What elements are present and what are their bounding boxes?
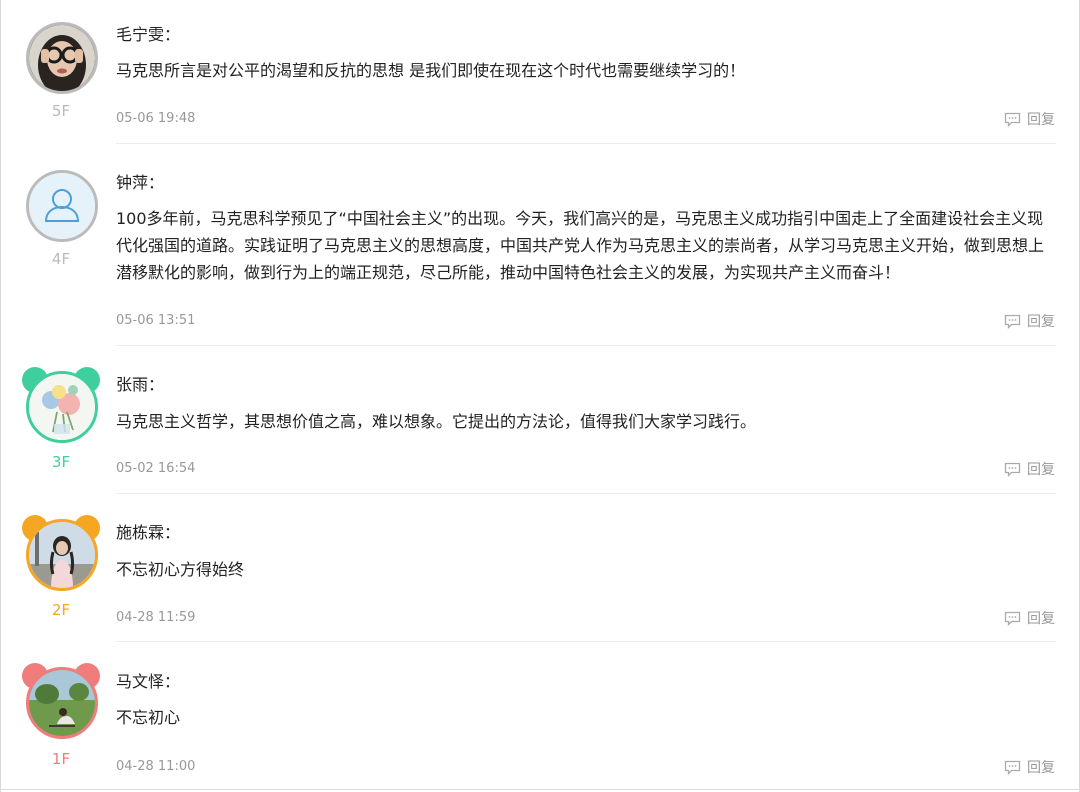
comment-date: 04-28 11:00 [116,759,196,774]
person-on-grass-photo-icon [29,670,95,736]
comment-divider [116,641,1056,642]
reply-button[interactable]: 回复 [1004,608,1055,628]
comment-divider [116,143,1056,144]
default-user-icon [29,173,95,239]
reply-button[interactable]: 回复 [1004,109,1055,129]
commenter-name: 毛宁雯： [116,25,181,44]
reply-label: 回复 [1027,112,1055,128]
avatar[interactable] [22,166,100,244]
floor-number: 1F [51,750,71,768]
comment-icon [1004,462,1021,477]
reply-label: 回复 [1027,760,1055,776]
reply-button[interactable]: 回复 [1004,459,1055,479]
floor-number: 2F [51,601,71,619]
avatar[interactable] [22,663,100,741]
floor-number: 3F [51,453,71,471]
comment-date: 05-02 16:54 [116,461,196,476]
avatar[interactable] [22,515,100,593]
commenter-name: 张雨： [116,375,165,394]
commenter-name: 马文怿： [116,672,181,691]
comment-date: 05-06 13:51 [116,313,196,328]
comment-text: 马克思主义哲学，其思想价值之高，难以想象。它提出的方法论，值得我们大家学习践行。 [116,412,757,431]
comment-icon [1004,314,1021,329]
comment-icon [1004,611,1021,626]
reply-label: 回复 [1027,611,1055,627]
woman-photo-outdoor-icon [29,522,95,588]
avatar[interactable] [22,18,100,96]
comment-text: 不忘初心方得始终 [116,560,245,579]
comment-icon [1004,760,1021,775]
reply-button[interactable]: 回复 [1004,311,1055,331]
comment-date: 05-06 19:48 [116,111,196,126]
floor-number: 4F [51,250,71,268]
comment-text: 100多年前，马克思科学预见了“中国社会主义”的出现。今天，我们高兴的是，马克思… [116,209,1045,282]
comment-divider [116,493,1056,494]
comment-text: 不忘初心 [116,708,181,727]
comment-text: 马克思所言是对公平的渴望和反抗的思想 是我们即使在现在这个时代也需要继续学习的！ [116,61,746,80]
commenter-name: 钟萍： [116,173,165,192]
flower-bouquet-painting-icon [29,374,95,440]
commenter-name: 施栋霖： [116,523,181,542]
comment-divider [0,789,1080,790]
comment-icon [1004,112,1021,127]
avatar[interactable] [22,367,100,445]
comment-divider [116,345,1056,346]
floor-number: 5F [51,102,71,120]
person-photo-hands-over-eyes-icon [29,25,95,91]
reply-button[interactable]: 回复 [1004,757,1055,777]
reply-label: 回复 [1027,462,1055,478]
reply-label: 回复 [1027,314,1055,330]
comment-date: 04-28 11:59 [116,610,196,625]
